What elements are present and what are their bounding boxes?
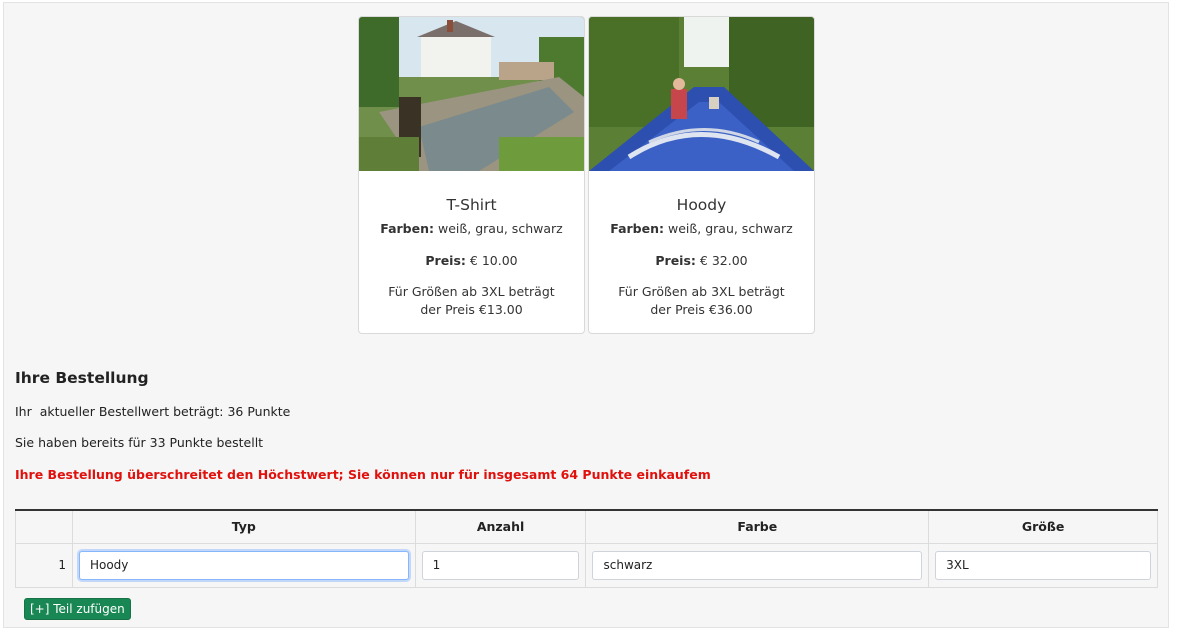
table-row: 1 (15, 542, 1158, 588)
product-image-hoody (589, 17, 814, 171)
product-price: Preis: € 10.00 (425, 253, 518, 268)
product-card-tshirt: T-Shirt Farben: weiß, grau, schwarz Prei… (358, 16, 585, 334)
table-header-row: Typ Anzahl Farbe Größe (15, 510, 1158, 544)
column-header-index (15, 510, 73, 544)
product-title: T-Shirt (446, 196, 497, 214)
order-heading: Ihre Bestellung (15, 369, 149, 387)
size-cell (928, 542, 1158, 588)
type-cell (71, 542, 416, 588)
column-header-color: Farbe (585, 510, 930, 544)
add-item-button[interactable]: [+] Teil zufügen (24, 598, 131, 620)
already-ordered-value: Sie haben bereits für 33 Punkte bestellt (15, 435, 264, 450)
order-limit-warning: Ihre Bestellung überschreitet den Höchst… (15, 467, 711, 482)
product-size-note: Für Größen ab 3XL beträgt der Preis €13.… (388, 284, 555, 317)
color-cell (585, 542, 930, 588)
product-price: Preis: € 32.00 (655, 253, 748, 268)
product-card-hoody: Hoody Farben: weiß, grau, schwarz Preis:… (588, 16, 815, 334)
shop-panel: T-Shirt Farben: weiß, grau, schwarz Prei… (3, 2, 1169, 628)
quantity-cell (414, 542, 587, 588)
size-input[interactable] (935, 550, 1151, 580)
product-colors: Farben: weiß, grau, schwarz (610, 221, 793, 236)
quantity-input[interactable] (421, 550, 580, 580)
product-size-note: Für Größen ab 3XL beträgt der Preis €36.… (618, 284, 785, 317)
current-order-value: Ihr aktueller Bestellwert beträgt: 36 Pu… (15, 404, 291, 419)
order-table: Typ Anzahl Farbe Größe 1 (15, 509, 1158, 588)
product-image-tshirt (359, 17, 584, 171)
column-header-size: Größe (928, 510, 1158, 544)
product-colors: Farben: weiß, grau, schwarz (380, 221, 563, 236)
row-index: 1 (15, 542, 73, 588)
product-title: Hoody (676, 196, 727, 214)
column-header-quantity: Anzahl (414, 510, 587, 544)
color-input[interactable] (592, 550, 923, 580)
type-input[interactable] (78, 550, 409, 580)
column-header-type: Typ (71, 510, 416, 544)
